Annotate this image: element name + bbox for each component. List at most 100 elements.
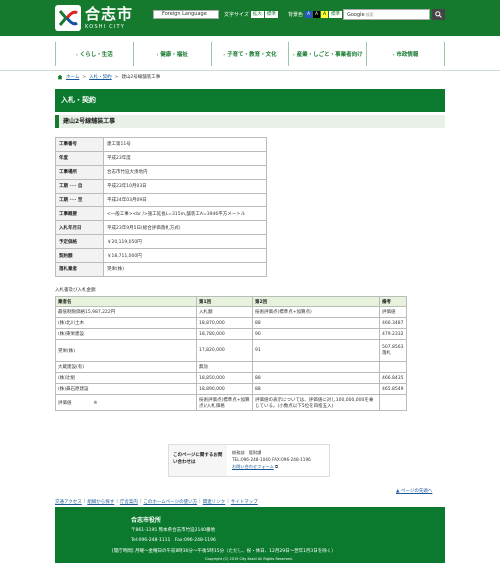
- footer-link-related[interactable]: 関連リンク: [203, 499, 226, 505]
- search-button[interactable]: [432, 9, 445, 20]
- table-cell: 17,820,000: [196, 339, 253, 362]
- search-placeholder: Google: [347, 12, 365, 18]
- table-cell: 評価値の表示については、評価値に対し100,000,000を乗じている。(小数点…: [252, 394, 380, 411]
- table-cell: 479.2332: [379, 328, 407, 340]
- breadcrumb-separator: >: [114, 74, 119, 80]
- info-value: 晃栄(株): [103, 262, 267, 277]
- info-key: 工期 ･･･ 自: [55, 178, 104, 194]
- page-title: 入札・契約: [55, 89, 445, 112]
- table-row: 大蔵建設(有) 無効: [55, 361, 407, 373]
- table-cell: 90: [252, 328, 380, 340]
- bg-color-label: 背景色: [288, 12, 304, 18]
- table-cell: 18,780,000: [196, 328, 253, 340]
- chevron-right-icon: ›: [156, 51, 159, 57]
- table-cell: 18,850,000: [196, 372, 253, 384]
- footer-address: 〒861-1195 熊本県合志市竹迫2140番地: [131, 528, 216, 533]
- info-row: 予定価格 ￥20,119,050円: [55, 234, 267, 250]
- breadcrumb-home-link[interactable]: ホーム: [66, 74, 79, 80]
- bg-standard-button[interactable]: 標準: [329, 11, 343, 18]
- footer-tel: Tel:096-248-1111 Fax:096-248-1196: [131, 538, 216, 543]
- info-row: 入札年月日 平成23年9月5日(総合評価落札方式): [55, 220, 267, 236]
- site-header: 合志市 KOSHI CITY Foreign Language 文字サイズ 拡大…: [0, 0, 500, 36]
- nav-item-childcare[interactable]: › 子育て・教育・文化: [210, 42, 289, 66]
- table-cell: 無効: [196, 361, 253, 373]
- info-key: 契約額: [55, 248, 104, 264]
- table-cell: (株)北川土木: [55, 317, 197, 329]
- table-cell: (株)東栄建設: [55, 328, 197, 340]
- info-value: ￥20,119,050円: [103, 234, 267, 250]
- nav-divider: [0, 70, 500, 71]
- footer-link-organization[interactable]: 組織から探す: [87, 499, 114, 505]
- footer-link-separator: |: [83, 499, 86, 504]
- info-value: 平成23年10月03日: [103, 178, 267, 194]
- global-nav: › くらし・生活 › 健康・福祉 › 子育て・教育・文化 › 産業・しごと・事業者向け …: [55, 42, 445, 66]
- table-cell: [379, 361, 407, 373]
- page-top-link[interactable]: ▲ ページの先頭へ: [396, 488, 432, 494]
- info-row: 落札業者 晃栄(株): [55, 262, 267, 277]
- footer-link-sitemap[interactable]: サイトマップ: [231, 499, 258, 505]
- nav-item-health[interactable]: › 健康・福祉: [132, 42, 211, 66]
- footer-link-separator: |: [116, 499, 118, 504]
- info-key: 予定価格: [55, 234, 104, 250]
- site-logo[interactable]: 合志市 KOSHI CITY: [55, 5, 133, 31]
- contact-box: このページに関するお問い合わせは 総務部 管財課 TEL:096-248-104…: [168, 444, 330, 477]
- table-row: (株)東栄建設 18,780,000 90 479.2332: [55, 328, 407, 340]
- logo-text-en: KOSHI CITY: [85, 23, 126, 30]
- chevron-right-icon: ›: [223, 51, 226, 57]
- table-cell: 大蔵建設(有): [55, 361, 197, 373]
- breadcrumb-current: 建山2号線舗装工事: [121, 75, 161, 80]
- logo-text-jp: 合志市: [85, 4, 134, 23]
- info-value: <一般工事><br />施工延長L=315m,舗装工A=3946平方メートル: [103, 206, 267, 222]
- page-top-label: ページの先頭へ: [400, 489, 433, 494]
- footer-link-separator: |: [199, 499, 201, 504]
- table-row: (株)辻組 18,850,000 88 466.8435: [55, 372, 407, 384]
- info-row: 工事場所 合志市竹迫大湊地内: [55, 164, 267, 180]
- footer-copyright: Copyright (C) 2019 City Koshi All Rights…: [205, 557, 293, 561]
- footer-link-access[interactable]: 交通アクセス: [55, 499, 82, 505]
- table-cell: 評価値: [379, 306, 407, 318]
- bg-black-button[interactable]: A: [313, 11, 321, 18]
- info-row: 工期 ･･･ 自平成23年10月03日: [55, 178, 267, 194]
- nav-item-city-info[interactable]: › 市政情報: [366, 42, 445, 66]
- footer-link-separator: |: [227, 499, 229, 504]
- bid-results-table: 業者名 第1回 第2回 備考 最低制限価格15,987,222円 入札額 技術評価点…: [55, 296, 407, 411]
- font-enlarge-button[interactable]: 拡大: [250, 11, 264, 18]
- table-cell: 18,870,000: [196, 317, 253, 329]
- info-key: 工期 ･･･ 至: [55, 192, 104, 208]
- chevron-right-icon: ›: [392, 51, 395, 57]
- table-cell: 466.8435: [379, 372, 407, 384]
- footer-links: 交通アクセス | 組織から探す | 庁舎案内 | このホームページの使い方 | 関連リン…: [55, 499, 258, 505]
- bg-yellow-button[interactable]: A: [321, 11, 329, 18]
- table-cell: (株)鼻石原建設: [55, 383, 197, 395]
- page-subtitle: 建山2号線舗装工事: [55, 115, 445, 128]
- info-key: 工事概要: [55, 206, 104, 222]
- table-cell: [379, 394, 407, 411]
- nav-item-business[interactable]: › 産業・しごと・事業者向け: [288, 42, 366, 66]
- table-cell: 88: [252, 317, 380, 329]
- bid-table-header-row: 業者名 第1回 第2回 備考: [55, 296, 407, 307]
- info-value: 平成24年03月09日: [103, 192, 267, 208]
- contact-form-link[interactable]: お問い合わせフォーム: [232, 464, 274, 469]
- info-value: 建工第11号: [103, 137, 267, 152]
- table-cell: 技術評価点(標準点+加算点): [252, 306, 380, 318]
- table-cell: (株)辻組: [55, 372, 197, 384]
- nav-item-label: 産業・しごと・事業者向け: [296, 52, 363, 58]
- footer-link-how-to-use[interactable]: このホームページの使い方: [143, 499, 197, 505]
- nav-item-label: 市政情報: [396, 52, 419, 58]
- bg-blue-button[interactable]: A: [305, 11, 313, 18]
- breadcrumb-level1-link[interactable]: 入札・契約: [89, 74, 112, 80]
- nav-item-label: くらし・生活: [79, 52, 113, 58]
- info-value: 平成23年度: [103, 150, 267, 166]
- chevron-right-icon: ›: [76, 51, 78, 57]
- nav-item-life[interactable]: › くらし・生活: [55, 42, 133, 66]
- table-row: (株)北川土木 18,870,000 88 466.3487: [55, 317, 407, 329]
- font-standard-button[interactable]: 標準: [264, 11, 278, 18]
- info-key: 工事場所: [55, 164, 104, 180]
- footer-link-building[interactable]: 庁舎案内: [120, 499, 138, 505]
- search-input[interactable]: Google検索: [343, 9, 430, 20]
- font-size-label: 文字サイズ: [224, 12, 249, 18]
- contact-dept: 総務部 管財課: [232, 450, 262, 455]
- language-select[interactable]: Foreign Language: [153, 10, 219, 19]
- table-row: 晃栄(株) 17,820,000 91 507.8563 落札: [55, 339, 407, 362]
- column-header: 業者名: [55, 296, 197, 307]
